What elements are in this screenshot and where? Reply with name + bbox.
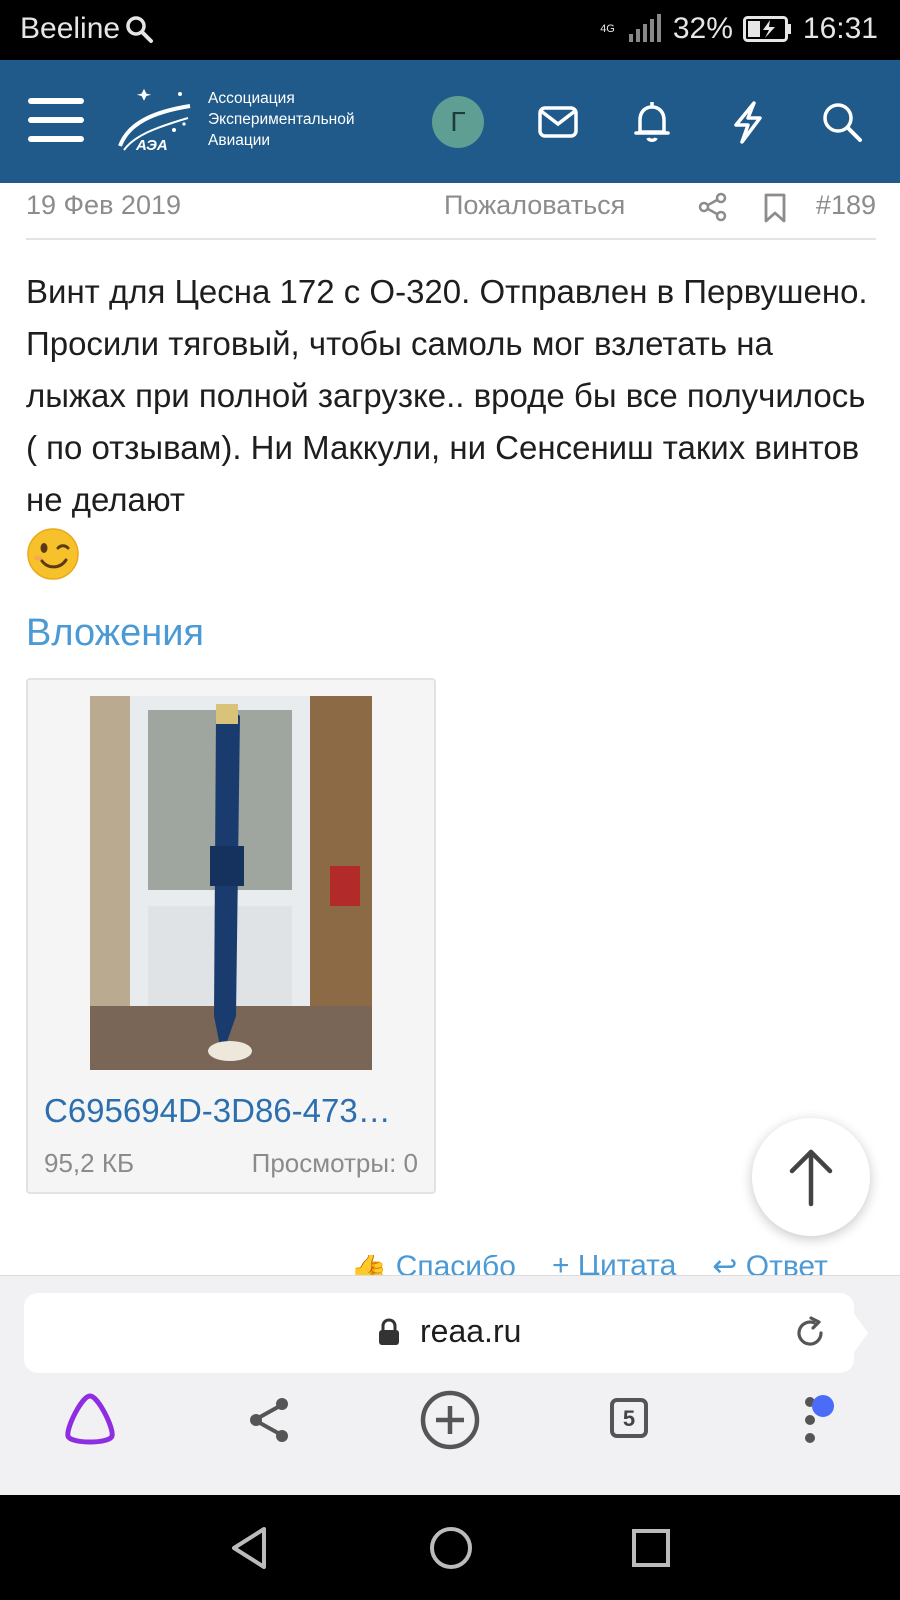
battery-charging-icon [742,16,791,42]
quote-button[interactable]: + Цитата [552,1255,676,1275]
attachment-thumbnail[interactable] [90,696,372,1070]
url-text[interactable]: reaa.ru [420,1313,521,1350]
signal-icon [628,14,661,42]
logo-icon[interactable]: АЭА [114,84,194,164]
home-icon[interactable] [426,1523,476,1573]
share-icon[interactable] [698,192,728,222]
share-icon[interactable] [238,1388,302,1452]
address-bar-arrow [852,1311,868,1355]
recents-icon[interactable] [626,1523,676,1573]
notification-dot [812,1395,834,1417]
bookmark-icon[interactable] [760,192,790,224]
tab-count: 5 [610,1398,648,1438]
alice-icon[interactable] [58,1388,122,1452]
more-icon[interactable] [778,1388,842,1452]
logo-line: Авиации [208,132,271,149]
reload-icon[interactable] [792,1315,828,1351]
logo-text[interactable]: Ассоциация Экспериментальной Авиации [208,88,354,151]
new-tab-icon[interactable] [418,1388,482,1452]
attachment-name[interactable]: C695694D-3D86-473… [44,1092,416,1130]
lock-icon [379,1318,399,1345]
attachment-views: Просмотры: 0 [251,1148,418,1178]
attachment-card[interactable]: C695694D-3D86-473… 95,2 КБ Просмотры: 0 [26,678,436,1194]
back-icon[interactable] [226,1523,276,1573]
winking-face-icon [27,528,79,581]
address-bar[interactable]: reaa.ru [24,1293,854,1373]
attachment-size: 95,2 КБ [44,1148,135,1178]
network-type: 4G [600,22,615,35]
logo-line: Экспериментальной [208,111,355,128]
carrier: Beeline [20,12,154,46]
post-number[interactable]: #189 [816,190,876,221]
reply-button[interactable]: ↩ Ответ [712,1255,828,1275]
lightning-icon[interactable] [724,98,772,146]
divider [26,238,876,240]
post-body: Винт для Цесна 172 с О-320. Отправлен в … [26,266,876,581]
search-icon [126,16,154,43]
bell-icon[interactable] [628,98,676,146]
tabs-button[interactable]: 5 [598,1388,662,1452]
logo-mark: АЭА [135,137,168,154]
system-navigation [0,1495,900,1600]
carrier-name: Beeline [20,12,121,45]
clock: 16:31 [802,12,878,45]
battery-percent: 32% [672,12,733,45]
browser-toolbar: reaa.ru 5 [0,1275,900,1496]
logo-line: Ассоциация [208,90,295,107]
post-meta: 19 Фев 2019 Пожаловаться #189 [26,188,876,238]
post-text: Винт для Цесна 172 с О-320. Отправлен в … [26,273,868,518]
post-date[interactable]: 19 Фев 2019 [26,190,181,221]
site-header: АЭА Ассоциация Экспериментальной Авиации… [0,60,900,183]
attachments-title: Вложения [26,612,204,654]
arrow-up-icon [789,1149,833,1207]
scroll-top-button[interactable] [752,1118,870,1236]
post-actions: 👍 Спасибо + Цитата ↩ Ответ [350,1255,880,1275]
thanks-button[interactable]: 👍 Спасибо [350,1255,516,1275]
report-link[interactable]: Пожаловаться [444,190,625,221]
mail-icon[interactable] [534,98,582,146]
search-icon[interactable] [818,98,866,146]
status-bar: Beeline 4G 32% 16:31 [0,0,900,60]
avatar[interactable]: Г [432,96,484,148]
menu-icon[interactable] [28,98,84,146]
status-right: 4G 32% 16:31 [600,12,878,46]
